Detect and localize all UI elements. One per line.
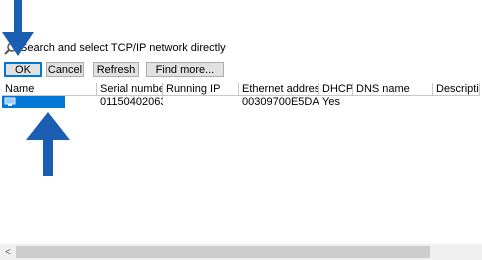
annotation-arrow-up-icon xyxy=(26,112,70,176)
scroll-left-icon[interactable]: < xyxy=(4,247,12,258)
ethernet-address-cell: 00309700E5DA xyxy=(242,96,319,108)
column-header-dns-name[interactable]: DNS name xyxy=(353,83,433,96)
annotation-arrow-down-icon xyxy=(2,0,34,56)
dhcp-cell: Yes xyxy=(322,96,340,108)
column-header-ethernet-address[interactable]: Ethernet address xyxy=(239,83,319,96)
horizontal-scrollbar[interactable]: < xyxy=(0,244,482,260)
column-header-running-ip[interactable]: Running IP xyxy=(163,83,239,96)
dialog-title: Search and select TCP/IP network directl… xyxy=(20,42,226,54)
dialog-title-row: Search and select TCP/IP network directl… xyxy=(4,41,226,55)
device-table: Name Serial number Running IP Ethernet a… xyxy=(2,83,480,243)
column-header-description[interactable]: Description xyxy=(433,83,480,96)
network-device-icon xyxy=(4,97,16,106)
scrollbar-thumb[interactable] xyxy=(16,246,430,258)
column-header-dhcp[interactable]: DHCP xyxy=(319,83,353,96)
column-header-serial-number[interactable]: Serial number xyxy=(97,83,163,96)
dns-name-cell xyxy=(353,96,433,109)
cancel-button[interactable]: Cancel xyxy=(46,62,84,77)
column-header-name[interactable]: Name xyxy=(2,83,97,96)
ok-button[interactable]: OK xyxy=(4,62,42,77)
description-cell xyxy=(433,96,480,109)
refresh-button[interactable]: Refresh xyxy=(93,62,139,77)
find-more-button[interactable]: Find more... xyxy=(146,62,224,77)
serial-number-cell: 011504020631 xyxy=(100,96,163,108)
running-ip-cell xyxy=(163,96,239,109)
